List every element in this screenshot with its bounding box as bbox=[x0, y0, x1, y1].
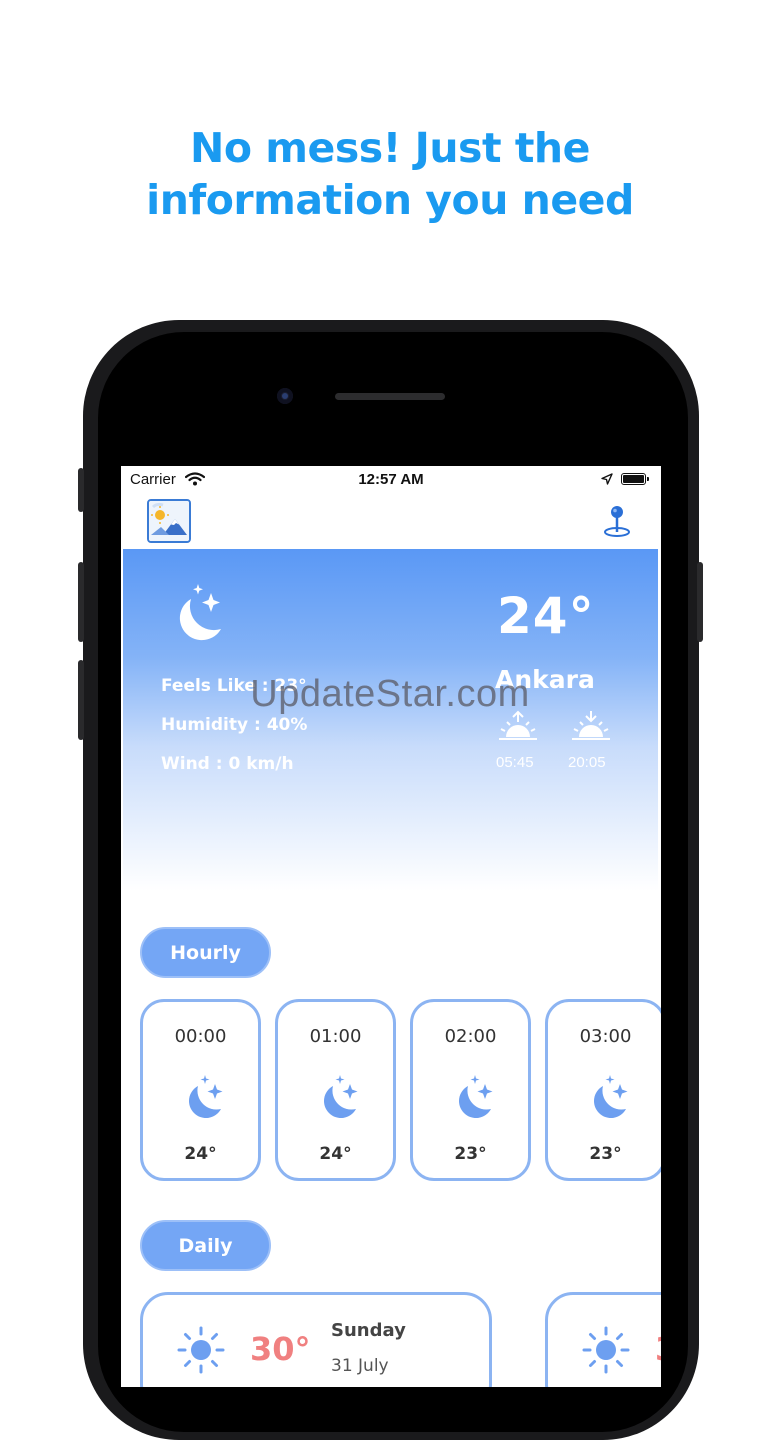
hourly-tab[interactable]: Hourly bbox=[140, 927, 271, 978]
hourly-temp: 23° bbox=[589, 1144, 622, 1164]
hourly-card[interactable]: 02:00 23° bbox=[410, 999, 531, 1181]
sunrise-icon bbox=[499, 710, 537, 740]
sunset-time: 20:05 bbox=[568, 754, 606, 771]
hourly-temp: 24° bbox=[319, 1144, 352, 1164]
hourly-card[interactable]: 01:00 24° bbox=[275, 999, 396, 1181]
feels-like-text: Feels Like : 23° bbox=[161, 676, 307, 696]
headline-line-1: No mess! Just the bbox=[190, 124, 590, 172]
sun-icon bbox=[177, 1326, 225, 1374]
earpiece-speaker bbox=[335, 393, 445, 400]
hourly-time: 02:00 bbox=[444, 1026, 497, 1047]
mountain-sun-icon bbox=[149, 501, 189, 541]
daily-temp: 30° bbox=[250, 1330, 311, 1368]
volume-up-button bbox=[78, 562, 84, 642]
hourly-card[interactable]: 03:00 23° bbox=[545, 999, 661, 1181]
power-button bbox=[697, 562, 703, 642]
location-pin-button[interactable] bbox=[603, 504, 631, 538]
headline: No mess! Just the information you need bbox=[0, 122, 780, 226]
moon-stars-icon bbox=[179, 584, 221, 641]
status-bar: Carrier 12:57 AM bbox=[121, 466, 661, 494]
moon-stars-icon bbox=[189, 1075, 223, 1118]
wind-text: Wind : 0 km/h bbox=[161, 754, 294, 774]
moon-stars-icon bbox=[594, 1075, 628, 1118]
location-arrow-icon bbox=[601, 473, 613, 485]
volume-down-button bbox=[78, 660, 84, 740]
front-camera bbox=[277, 388, 293, 404]
battery-icon bbox=[621, 473, 649, 485]
mute-switch bbox=[78, 468, 84, 512]
hourly-time: 00:00 bbox=[174, 1026, 227, 1047]
app-screen: Carrier 12:57 AM 24° Ankara Feels Like:… bbox=[121, 466, 661, 1387]
current-temperature: 24° bbox=[497, 587, 595, 645]
city-name: Ankara bbox=[495, 665, 595, 694]
moon-stars-icon bbox=[324, 1075, 358, 1118]
daily-tab[interactable]: Daily bbox=[140, 1220, 271, 1271]
hourly-temp: 23° bbox=[454, 1144, 487, 1164]
daily-card[interactable]: 3 bbox=[545, 1292, 661, 1387]
sunrise-time: 05:45 bbox=[496, 754, 534, 771]
daily-day: Sunday bbox=[331, 1320, 406, 1341]
hourly-time: 03:00 bbox=[579, 1026, 632, 1047]
daily-temp: 3 bbox=[655, 1330, 661, 1368]
daily-date: 31 July bbox=[331, 1356, 389, 1376]
app-logo[interactable] bbox=[147, 499, 191, 543]
moon-stars-icon bbox=[459, 1075, 493, 1118]
sunset-icon bbox=[572, 711, 610, 740]
humidity-text: Humidity : 40% bbox=[161, 715, 308, 735]
status-time: 12:57 AM bbox=[358, 471, 424, 488]
daily-card[interactable]: 30° Sunday 31 July bbox=[140, 1292, 492, 1387]
sun-icon bbox=[582, 1326, 630, 1374]
hourly-time: 01:00 bbox=[309, 1026, 362, 1047]
current-weather-panel: 24° Ankara Feels Like : 23° Humidity : 4… bbox=[123, 549, 658, 909]
hourly-card[interactable]: 00:00 24° bbox=[140, 999, 261, 1181]
hourly-temp: 24° bbox=[184, 1144, 217, 1164]
headline-line-2: information you need bbox=[146, 176, 634, 224]
